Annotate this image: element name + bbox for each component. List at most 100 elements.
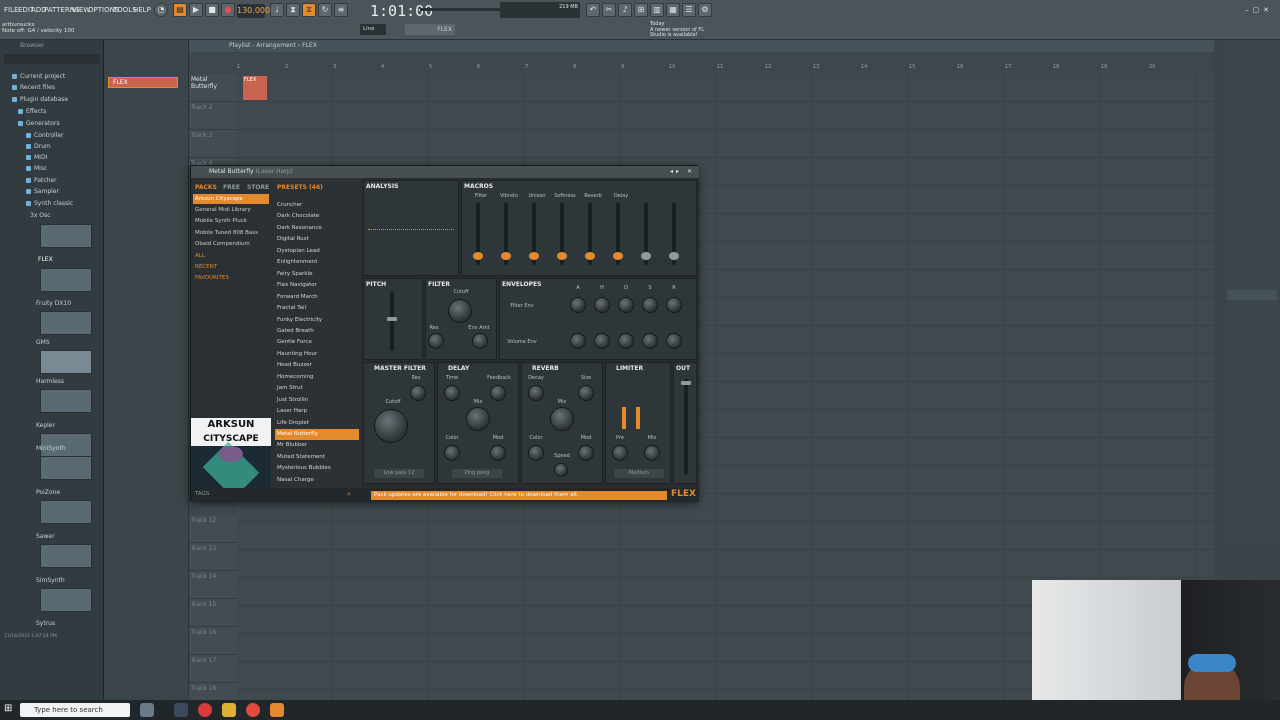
tab-presets[interactable]: PRESETS (46) [277, 184, 323, 191]
browser-item-3x-osc[interactable]: 3x Osc [0, 211, 104, 221]
delay-color-knob[interactable] [444, 445, 460, 461]
macro-slider[interactable] [473, 203, 483, 265]
track-header[interactable]: Track 3 [189, 130, 237, 158]
master-res-knob[interactable] [410, 385, 426, 401]
env-amt-knob[interactable] [472, 333, 488, 349]
delay-mix-knob[interactable] [466, 407, 490, 431]
browser-item-sawer[interactable]: Sawer [0, 532, 104, 542]
envelope-knob[interactable] [570, 297, 586, 313]
preset-item[interactable]: Haunting Hour [275, 349, 359, 360]
macro-slider[interactable] [613, 203, 623, 265]
browser-item-misc[interactable]: Misc [0, 164, 104, 174]
pack-filter-all[interactable]: ALL [193, 251, 269, 261]
browser-item-sytrus[interactable]: Sytrus [0, 619, 104, 629]
plugin-thumbnail[interactable] [40, 389, 92, 413]
preset-item[interactable]: Cruncher [275, 200, 359, 211]
channel-flex[interactable]: FLEX [108, 77, 178, 88]
preset-item[interactable]: Jam Strut [275, 383, 359, 394]
delay-feedback-knob[interactable] [490, 385, 506, 401]
macro-slider[interactable] [669, 203, 679, 265]
preset-item[interactable]: Life Droplet [275, 418, 359, 429]
res-knob[interactable] [428, 333, 444, 349]
track-header[interactable]: Track 15 [189, 599, 237, 627]
wait-input-icon[interactable]: ⧗ [286, 3, 300, 17]
audio-icon[interactable]: ♪ [618, 3, 632, 17]
macro-slider[interactable] [641, 203, 651, 265]
macro-slider[interactable] [529, 203, 539, 265]
mixer-icon[interactable]: ⊞ [634, 3, 648, 17]
browser-item-harmless[interactable]: Harmless [0, 377, 104, 387]
folder-icon[interactable] [222, 703, 236, 717]
reverb-decay-knob[interactable] [528, 385, 544, 401]
playlist-icon[interactable]: ☰ [682, 3, 696, 17]
tags-label[interactable]: TAGS [195, 491, 209, 497]
browser-item-effects[interactable]: Effects [0, 107, 104, 117]
track-header[interactable]: Track 14 [189, 571, 237, 599]
windows-start-icon[interactable]: ⊞ [4, 703, 16, 717]
envelope-knob[interactable] [594, 333, 610, 349]
preset-item[interactable]: Flex Navigator [275, 280, 359, 291]
plugin-thumbnail[interactable] [40, 224, 92, 248]
pack-item[interactable]: General Midi Library [193, 205, 269, 215]
envelope-knob[interactable] [642, 333, 658, 349]
piano-roll-icon[interactable]: ▦ [666, 3, 680, 17]
preset-item[interactable]: Just Strollin [275, 395, 359, 406]
track-header[interactable]: Track 16 [189, 627, 237, 655]
tab-packs[interactable]: PACKS [195, 184, 217, 191]
preset-item[interactable]: Dark Chocolate [275, 211, 359, 222]
preset-item[interactable]: Forward March [275, 292, 359, 303]
master-volume-slider[interactable] [420, 8, 500, 11]
pattern-song-toggle[interactable]: ▤ [173, 3, 187, 17]
master-cutoff-knob[interactable] [374, 409, 408, 443]
track-header[interactable]: Track 2 [189, 102, 237, 130]
browser-item-kepler[interactable]: Kepler [0, 421, 104, 431]
envelope-knob[interactable] [594, 297, 610, 313]
reverb-speed-knob[interactable] [554, 463, 568, 477]
macro-slider[interactable] [501, 203, 511, 265]
envelope-knob[interactable] [618, 333, 634, 349]
delay-mod-knob[interactable] [490, 445, 506, 461]
cutoff-knob[interactable] [448, 299, 472, 323]
output-volume-slider[interactable] [681, 379, 691, 475]
snap-select[interactable]: Line [360, 24, 386, 35]
limiter-mix-knob[interactable] [644, 445, 660, 461]
limiter-pre-knob[interactable] [612, 445, 628, 461]
plugin-picker-icon[interactable]: ⚙ [698, 3, 712, 17]
browser-item-sampler[interactable]: Sampler [0, 187, 104, 197]
play-button[interactable]: ▶ [189, 3, 203, 17]
preset-item[interactable]: Head Buzzer [275, 360, 359, 371]
reverb-size-knob[interactable] [578, 385, 594, 401]
blend-notes-icon[interactable]: ≡ [334, 3, 348, 17]
pack-item[interactable]: Obaid Compendium [193, 239, 269, 249]
track-header[interactable]: Track 12 [189, 515, 237, 543]
preset-item[interactable]: Dystopian Lead [275, 246, 359, 257]
preset-item[interactable]: Funky Electricity [275, 315, 359, 326]
plugin-thumbnail[interactable] [40, 311, 92, 335]
cut-icon[interactable]: ✂ [602, 3, 616, 17]
fl-studio-icon[interactable] [270, 703, 284, 717]
preset-item[interactable]: Fractal Tail [275, 303, 359, 314]
plugin-thumbnail[interactable] [40, 456, 92, 480]
preset-item[interactable]: Metal Butterfly [275, 429, 359, 441]
mixer-insert[interactable] [1227, 290, 1277, 300]
browser-item-synth-classic[interactable]: Synth classic [0, 199, 104, 209]
record-mode-icon[interactable]: ◔ [154, 3, 168, 17]
plugin-thumbnail[interactable] [40, 588, 92, 612]
preset-item[interactable]: Laser Harp [275, 406, 359, 417]
browser-item-gms[interactable]: GMS [0, 338, 104, 348]
timeline-ruler[interactable]: 1 2 3 4 5 6 7 8 9 10 11 12 13 14 15 16 17 18 19 20 [237, 64, 1214, 74]
update-banner[interactable]: Pack updates are available for download!… [371, 491, 667, 500]
envelope-knob[interactable] [666, 297, 682, 313]
news-panel[interactable]: Today A newer version of FL Studio is av… [650, 21, 710, 39]
browser-item-drum[interactable]: Drum [0, 142, 104, 152]
preset-item[interactable]: Mr Blubber [275, 440, 359, 451]
browser-item-recent-files[interactable]: Recent files [0, 83, 104, 93]
browser-item-midi[interactable]: MIDI [0, 153, 104, 163]
browser-item-poizone[interactable]: PoiZone [0, 488, 104, 498]
window-controls[interactable]: –▢✕ [1245, 6, 1275, 14]
metronome-icon[interactable]: ♩ [270, 3, 284, 17]
preset-item[interactable]: Mysterious Bubbles [275, 463, 359, 474]
macro-slider[interactable] [557, 203, 567, 265]
flex-titlebar[interactable]: Metal Butterfly (Laser Harp) ◂▸ ✕ [191, 166, 699, 178]
preset-item[interactable]: Gated Breath [275, 326, 359, 337]
